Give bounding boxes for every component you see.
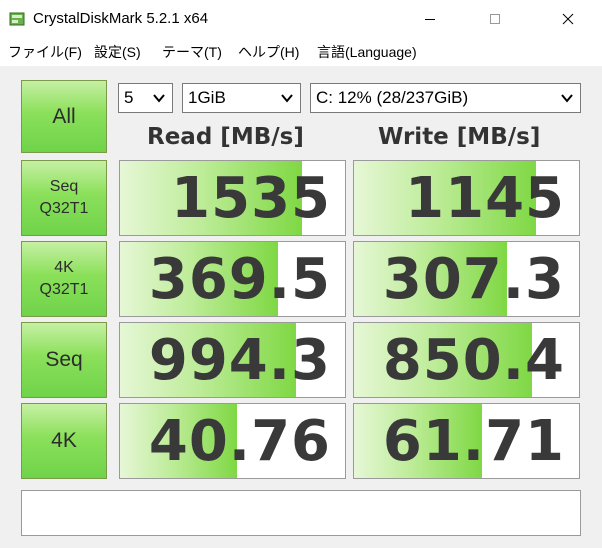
write-result-4k: 61.71 (353, 403, 580, 479)
read-result-value: 40.76 (148, 409, 331, 474)
menu-language[interactable]: 言語(Language) (317, 43, 417, 61)
read-result-value: 994.3 (148, 328, 331, 393)
menu-bar: ファイル(F) 設定(S) テーマ(T) ヘルプ(H) 言語(Language) (0, 38, 602, 66)
test-button-label: Seq (45, 348, 83, 371)
write-result-value: 307.3 (382, 247, 565, 312)
test-button-seq[interactable]: Seq (21, 322, 107, 398)
read-result-value: 369.5 (148, 247, 331, 312)
menu-theme[interactable]: テーマ(T) (162, 43, 222, 61)
write-result-value: 61.71 (382, 409, 565, 474)
all-button-label: All (52, 104, 76, 128)
close-icon (562, 13, 574, 25)
drive-select[interactable]: C: 12% (28/237GiB) (310, 83, 581, 113)
write-result-4k-q32t1: 307.3 (353, 241, 580, 317)
test-size-select[interactable]: 1GiB (182, 83, 301, 113)
app-icon (9, 12, 25, 26)
write-result-value: 850.4 (382, 328, 565, 393)
read-header: Read [MB/s] (147, 124, 304, 150)
read-result-seq-q32t1: 1535 (119, 160, 346, 236)
test-count-select[interactable]: 5 (118, 83, 173, 113)
menu-settings[interactable]: 設定(S) (94, 43, 141, 61)
minimize-button[interactable] (407, 0, 453, 38)
test-button-label: 4K (51, 429, 77, 452)
menu-file[interactable]: ファイル(F) (8, 43, 82, 61)
test-button-label: 4K (54, 259, 74, 276)
test-button-seq-q32t1[interactable]: Seq Q32T1 (21, 160, 107, 236)
close-button[interactable] (545, 0, 591, 38)
all-button[interactable]: All (21, 80, 107, 153)
chevron-down-icon (561, 94, 573, 103)
minimize-icon (425, 19, 435, 20)
read-result-value: 1535 (171, 166, 331, 231)
chevron-down-icon (153, 94, 165, 103)
test-button-label: Q32T1 (39, 281, 89, 298)
maximize-button[interactable] (472, 0, 518, 38)
write-result-seq-q32t1: 1145 (353, 160, 580, 236)
read-result-4k: 40.76 (119, 403, 346, 479)
read-result-seq: 994.3 (119, 322, 346, 398)
test-button-label: Seq (49, 178, 79, 195)
comment-field[interactable] (21, 490, 581, 536)
menu-help[interactable]: ヘルプ(H) (238, 43, 299, 61)
test-button-4k[interactable]: 4K (21, 403, 107, 479)
chevron-down-icon (281, 94, 293, 103)
title-bar: CrystalDiskMark 5.2.1 x64 (0, 0, 602, 38)
maximize-icon (490, 14, 500, 24)
write-header: Write [MB/s] (378, 124, 541, 150)
window-title: CrystalDiskMark 5.2.1 x64 (33, 10, 209, 27)
read-result-4k-q32t1: 369.5 (119, 241, 346, 317)
test-count-value: 5 (124, 88, 134, 107)
write-result-value: 1145 (405, 166, 565, 231)
test-button-4k-q32t1[interactable]: 4K Q32T1 (21, 241, 107, 317)
drive-value: C: 12% (28/237GiB) (316, 88, 469, 107)
write-result-seq: 850.4 (353, 322, 580, 398)
test-size-value: 1GiB (188, 88, 226, 107)
test-button-label: Q32T1 (39, 200, 89, 217)
